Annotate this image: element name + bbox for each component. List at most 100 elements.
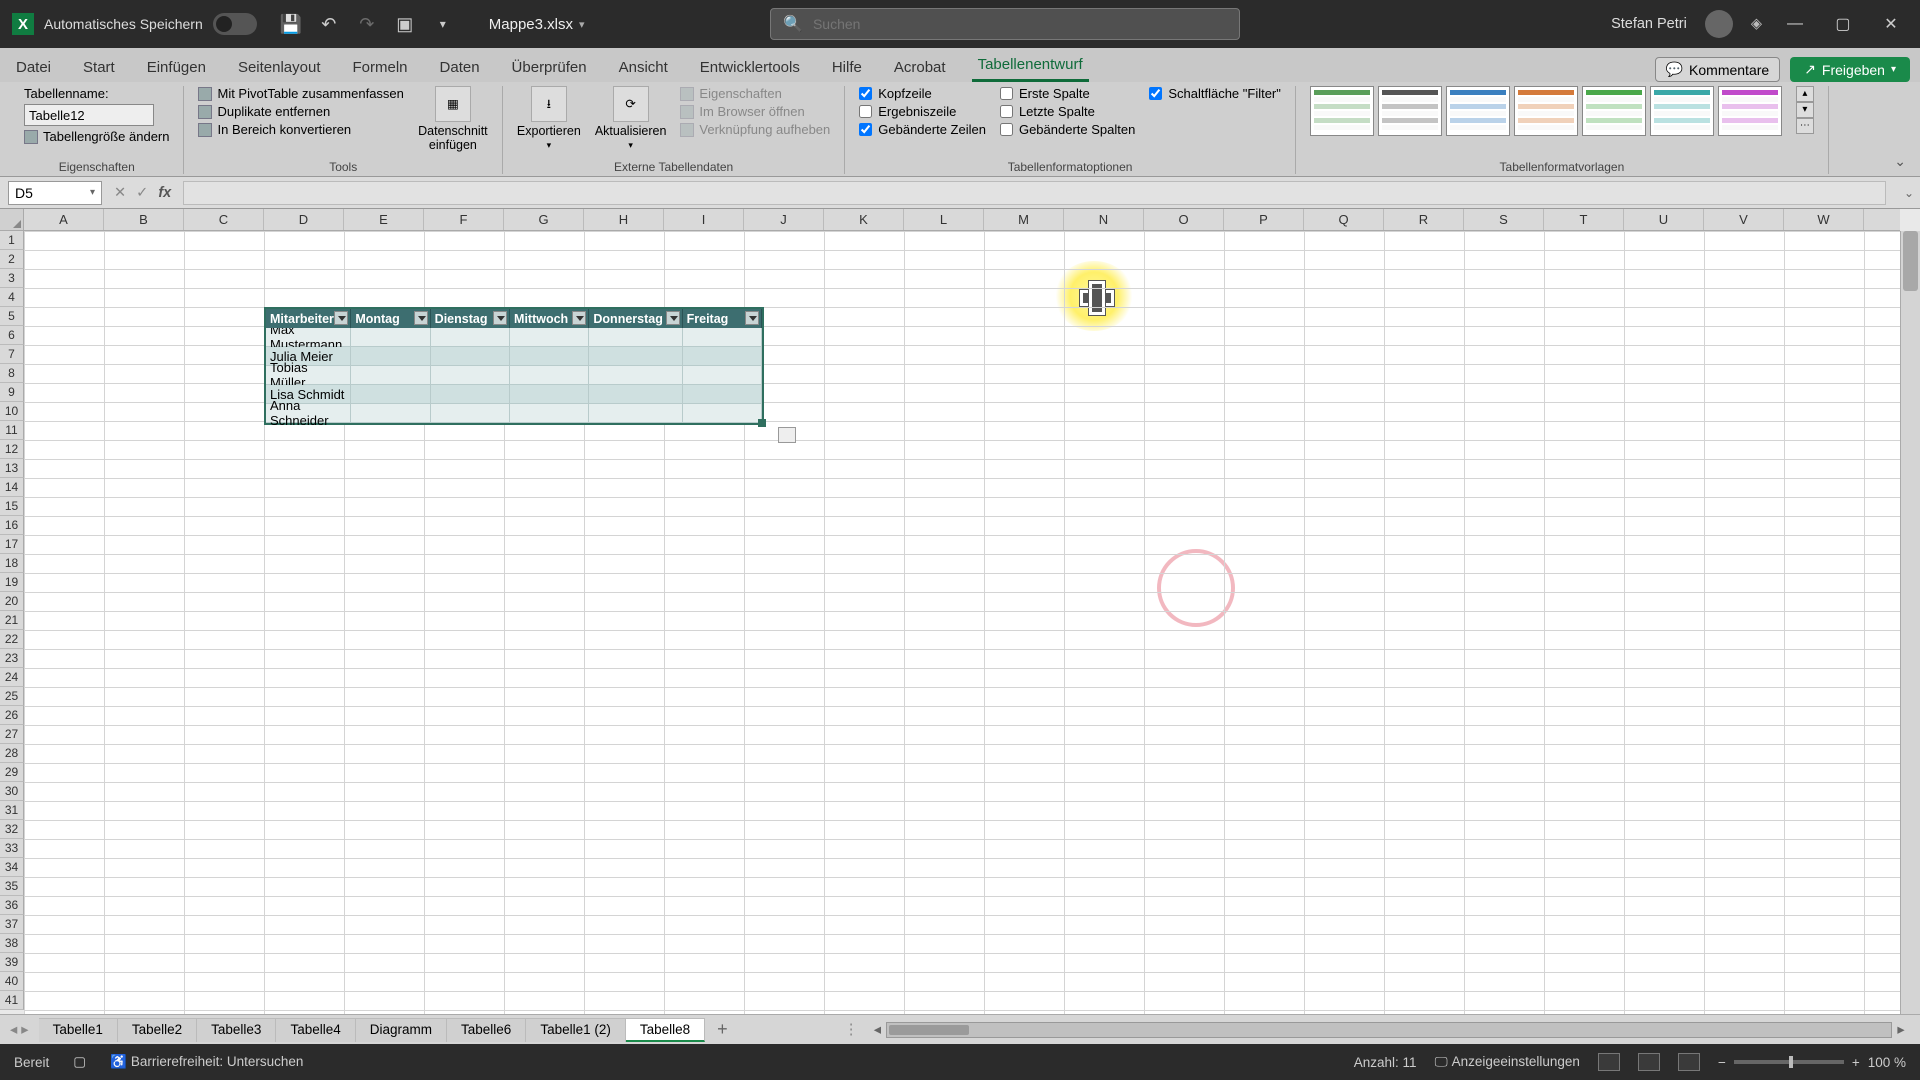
opt-filter-chk[interactable] [1149,87,1162,100]
search-bar[interactable]: 🔍 [770,8,1240,40]
redo-icon[interactable]: ↷ [357,14,377,34]
row-header-31[interactable]: 31 [0,801,24,820]
table-cell[interactable] [683,347,762,366]
table-cell[interactable] [510,347,589,366]
table-cell[interactable]: Tobias Müller [266,366,351,385]
table-cell[interactable] [510,328,589,347]
row-header-26[interactable]: 26 [0,706,24,725]
row-header-40[interactable]: 40 [0,972,24,991]
col-header-U[interactable]: U [1624,209,1704,230]
opt-banded-rows[interactable]: Gebänderte Zeilen [859,122,986,137]
table-cell[interactable] [431,347,510,366]
table-header-1[interactable]: Montag [351,309,430,328]
filter-dropdown-icon[interactable] [493,311,507,325]
opt-banded-cols[interactable]: Gebänderte Spalten [1000,122,1135,137]
style-swatch-6[interactable] [1718,86,1782,136]
col-header-F[interactable]: F [424,209,504,230]
opt-bcols-chk[interactable] [1000,123,1013,136]
sheet-tab-tabelle3[interactable]: Tabelle3 [197,1018,276,1042]
filter-dropdown-icon[interactable] [666,311,680,325]
opt-filter[interactable]: Schaltfläche "Filter" [1149,86,1281,101]
table-cell[interactable] [589,328,682,347]
row-header-20[interactable]: 20 [0,592,24,611]
table-cell[interactable] [683,328,762,347]
gallery-up-icon[interactable]: ▴ [1796,86,1814,102]
opt-total-chk[interactable] [859,105,872,118]
vertical-scrollbar[interactable] [1900,231,1920,1014]
row-header-38[interactable]: 38 [0,934,24,953]
comments-button[interactable]: 💬 Kommentare [1655,57,1781,82]
table-cell[interactable] [589,385,682,404]
opt-first-col[interactable]: Erste Spalte [1000,86,1135,101]
table-cell[interactable] [351,385,430,404]
gallery-down-icon[interactable]: ▾ [1796,102,1814,118]
row-header-28[interactable]: 28 [0,744,24,763]
zoom-slider[interactable] [1734,1060,1844,1064]
minimize-button[interactable]: — [1780,15,1810,33]
sheet-tab-diagramm[interactable]: Diagramm [356,1018,447,1042]
col-header-R[interactable]: R [1384,209,1464,230]
row-header-13[interactable]: 13 [0,459,24,478]
table-cell[interactable] [589,404,682,423]
row-header-10[interactable]: 10 [0,402,24,421]
row-header-19[interactable]: 19 [0,573,24,592]
table-cell[interactable]: Max Mustermann [266,328,351,347]
table-cell[interactable] [351,328,430,347]
row-header-39[interactable]: 39 [0,953,24,972]
view-layout-icon[interactable] [1638,1053,1660,1071]
col-header-G[interactable]: G [504,209,584,230]
sheet-prev-icon[interactable]: ◂ [10,1022,17,1038]
row-header-37[interactable]: 37 [0,915,24,934]
opt-first-chk[interactable] [1000,87,1013,100]
row-header-15[interactable]: 15 [0,497,24,516]
doc-title[interactable]: Mappe3.xlsx [489,16,573,33]
row-header-29[interactable]: 29 [0,763,24,782]
remove-duplicates-button[interactable]: Duplikate entfernen [198,104,403,119]
row-header-12[interactable]: 12 [0,440,24,459]
row-header-17[interactable]: 17 [0,535,24,554]
export-button[interactable]: ⭳Exportieren▾ [517,86,581,151]
row-header-14[interactable]: 14 [0,478,24,497]
opt-header[interactable]: Kopfzeile [859,86,986,101]
row-header-25[interactable]: 25 [0,687,24,706]
refresh-button[interactable]: ⟳Aktualisieren▾ [595,86,667,151]
sheet-tab-tabelle1[interactable]: Tabelle1 [39,1018,118,1042]
row-header-11[interactable]: 11 [0,421,24,440]
display-settings[interactable]: 🖵Anzeigeeinstellungen [1435,1054,1580,1070]
row-header-34[interactable]: 34 [0,858,24,877]
namebox-dropdown-icon[interactable]: ▾ [90,187,95,198]
gallery-more-icon[interactable]: ⋯ [1796,118,1814,134]
zoom-value[interactable]: 100 % [1868,1055,1906,1070]
row-header-5[interactable]: 5 [0,307,24,326]
table-header-2[interactable]: Dienstag [431,309,510,328]
col-header-I[interactable]: I [664,209,744,230]
row-header-36[interactable]: 36 [0,896,24,915]
share-button[interactable]: ↗ Freigeben ▾ [1790,57,1910,82]
table-cell[interactable] [589,366,682,385]
col-header-W[interactable]: W [1784,209,1864,230]
cancel-formula-icon[interactable]: ✕ [114,185,126,201]
table-cell[interactable]: Anna Schneider [266,404,351,423]
row-header-21[interactable]: 21 [0,611,24,630]
opt-last-chk[interactable] [1000,105,1013,118]
style-swatch-2[interactable] [1446,86,1510,136]
row-header-6[interactable]: 6 [0,326,24,345]
quick-analysis-icon[interactable] [778,427,796,443]
table-cell[interactable] [351,366,430,385]
style-swatch-0[interactable] [1310,86,1374,136]
qat-dropdown-icon[interactable]: ▾ [433,14,453,34]
row-header-16[interactable]: 16 [0,516,24,535]
row-header-24[interactable]: 24 [0,668,24,687]
hscroll-thumb[interactable] [889,1025,969,1035]
col-header-D[interactable]: D [264,209,344,230]
tab-ansicht[interactable]: Ansicht [613,53,674,82]
sheet-tab-tabelle6[interactable]: Tabelle6 [447,1018,526,1042]
opt-last-col[interactable]: Letzte Spalte [1000,104,1135,119]
tab-einfügen[interactable]: Einfügen [141,53,212,82]
col-header-K[interactable]: K [824,209,904,230]
col-header-O[interactable]: O [1144,209,1224,230]
tab-datei[interactable]: Datei [10,53,57,82]
table-cell[interactable] [431,404,510,423]
camera-icon[interactable]: ▣ [395,14,415,34]
col-header-M[interactable]: M [984,209,1064,230]
